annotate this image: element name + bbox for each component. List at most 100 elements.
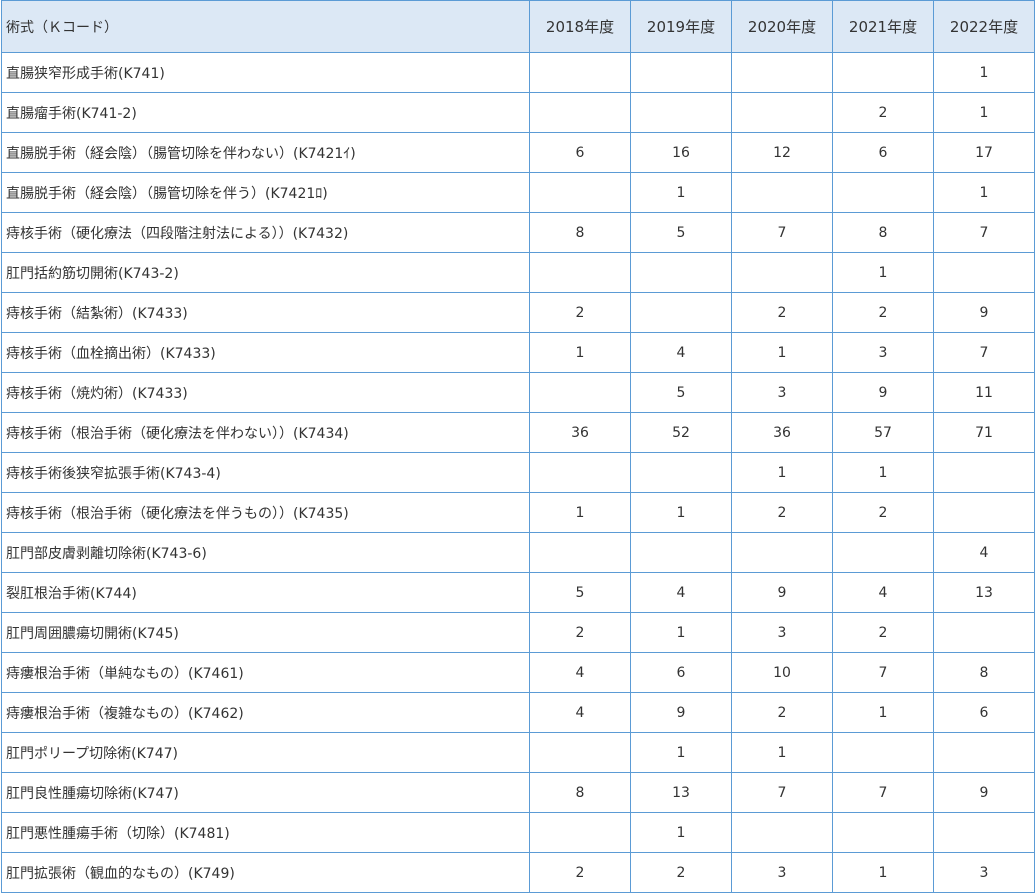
count-cell [630, 92, 732, 133]
count-cell [630, 292, 732, 333]
table-body: 直腸狭窄形成手術(K741) 1 直腸瘤手術(K741-2) 2 1 直腸脱手術（経会陰）… [1, 52, 1035, 893]
count-cell: 2 [832, 492, 934, 533]
count-cell [933, 732, 1035, 773]
count-cell: 1 [731, 332, 833, 373]
count-cell [630, 52, 732, 93]
header-year: 2020年度 [731, 0, 833, 53]
count-cell: 71 [933, 412, 1035, 453]
count-cell: 2 [630, 852, 732, 893]
count-cell [529, 252, 631, 293]
count-cell: 1 [630, 172, 732, 213]
surgery-count-table: 術式（Ｋコード） 2018年度 2019年度 2020年度 2021年度 202… [1, 0, 1035, 893]
count-cell: 1 [630, 732, 732, 773]
count-cell [731, 532, 833, 573]
count-cell: 6 [529, 132, 631, 173]
table-row: 裂肛根治手術(K744) 5 4 9 4 13 [1, 572, 1035, 613]
count-cell: 2 [529, 852, 631, 893]
count-cell: 1 [630, 612, 732, 653]
count-cell [529, 452, 631, 493]
table-row: 肛門悪性腫瘍手術（切除）(K7481) 1 [1, 812, 1035, 853]
count-cell: 52 [630, 412, 732, 453]
count-cell [933, 492, 1035, 533]
count-cell: 36 [529, 412, 631, 453]
count-cell: 3 [731, 612, 833, 653]
count-cell [933, 812, 1035, 853]
procedure-name-cell: 痔核手術（焼灼術）(K7433) [1, 372, 530, 413]
count-cell: 9 [933, 292, 1035, 333]
table-row: 肛門括約筋切開術(K743-2) 1 [1, 252, 1035, 293]
table-row: 痔核手術（根治手術（硬化療法を伴わない））(K7434) 36 52 36 57 71 [1, 412, 1035, 453]
count-cell: 6 [933, 692, 1035, 733]
procedure-name-cell: 肛門拡張術（観血的なもの）(K749) [1, 852, 530, 893]
header-year: 2022年度 [933, 0, 1035, 53]
count-cell [630, 452, 732, 493]
count-cell: 8 [832, 212, 934, 253]
procedure-name-cell: 肛門良性腫瘍切除術(K747) [1, 772, 530, 813]
header-procedure: 術式（Ｋコード） [1, 0, 530, 53]
count-cell [529, 372, 631, 413]
count-cell [832, 172, 934, 213]
procedure-name-cell: 肛門部皮膚剥離切除術(K743-6) [1, 532, 530, 573]
procedure-name-cell: 痔核手術（結紮術）(K7433) [1, 292, 530, 333]
count-cell: 7 [731, 212, 833, 253]
table-row: 痔瘻根治手術（単純なもの）(K7461) 4 6 10 7 8 [1, 652, 1035, 693]
count-cell: 4 [630, 572, 732, 613]
count-cell [832, 812, 934, 853]
count-cell: 13 [933, 572, 1035, 613]
count-cell: 6 [630, 652, 732, 693]
count-cell: 9 [630, 692, 732, 733]
table-row: 直腸脱手術（経会陰）（腸管切除を伴わない）(K7421ｲ) 6 16 12 6 17 [1, 132, 1035, 173]
count-cell: 9 [933, 772, 1035, 813]
count-cell [630, 252, 732, 293]
count-cell: 1 [529, 332, 631, 373]
count-cell: 4 [529, 652, 631, 693]
table-row: 肛門拡張術（観血的なもの）(K749) 2 2 3 1 3 [1, 852, 1035, 893]
count-cell [529, 532, 631, 573]
table-row: 痔核手術（血栓摘出術）(K7433) 1 4 1 3 7 [1, 332, 1035, 373]
count-cell: 2 [832, 612, 934, 653]
count-cell [529, 172, 631, 213]
table-row: 肛門部皮膚剥離切除術(K743-6) 4 [1, 532, 1035, 573]
count-cell [731, 92, 833, 133]
count-cell [933, 452, 1035, 493]
procedure-name-cell: 肛門悪性腫瘍手術（切除）(K7481) [1, 812, 530, 853]
count-cell [731, 52, 833, 93]
procedure-name-cell: 直腸脱手術（経会陰）（腸管切除を伴わない）(K7421ｲ) [1, 132, 530, 173]
procedure-name-cell: 痔瘻根治手術（単純なもの）(K7461) [1, 652, 530, 693]
procedure-name-cell: 肛門周囲膿瘍切開術(K745) [1, 612, 530, 653]
count-cell [832, 532, 934, 573]
count-cell: 4 [630, 332, 732, 373]
count-cell: 2 [731, 492, 833, 533]
count-cell: 1 [529, 492, 631, 533]
procedure-name-cell: 痔核手術（根治手術（硬化療法を伴うもの））(K7435) [1, 492, 530, 533]
table-row: 痔核手術後狭窄拡張手術(K743-4) 1 1 [1, 452, 1035, 493]
table-row: 痔核手術（焼灼術）(K7433) 5 3 9 11 [1, 372, 1035, 413]
count-cell: 3 [933, 852, 1035, 893]
count-cell: 3 [731, 852, 833, 893]
table-row: 肛門ポリープ切除術(K747) 1 1 [1, 732, 1035, 773]
count-cell: 1 [731, 732, 833, 773]
header-year: 2019年度 [630, 0, 732, 53]
table-row: 肛門周囲膿瘍切開術(K745) 2 1 3 2 [1, 612, 1035, 653]
count-cell: 1 [630, 812, 732, 853]
count-cell: 2 [529, 612, 631, 653]
count-cell: 9 [731, 572, 833, 613]
table-row: 直腸瘤手術(K741-2) 2 1 [1, 92, 1035, 133]
procedure-name-cell: 痔核手術（血栓摘出術）(K7433) [1, 332, 530, 373]
procedure-name-cell: 肛門括約筋切開術(K743-2) [1, 252, 530, 293]
count-cell: 2 [529, 292, 631, 333]
table-row: 痔瘻根治手術（複雑なもの）(K7462) 4 9 2 1 6 [1, 692, 1035, 733]
count-cell: 16 [630, 132, 732, 173]
count-cell: 1 [933, 172, 1035, 213]
procedure-name-cell: 痔瘻根治手術（複雑なもの）(K7462) [1, 692, 530, 733]
count-cell: 1 [933, 52, 1035, 93]
count-cell: 4 [529, 692, 631, 733]
count-cell: 1 [933, 92, 1035, 133]
count-cell: 1 [832, 692, 934, 733]
count-cell: 12 [731, 132, 833, 173]
table-row: 痔核手術（結紮術）(K7433) 2 2 2 9 [1, 292, 1035, 333]
table-row: 痔核手術（硬化療法（四段階注射法による））(K7432) 8 5 7 8 7 [1, 212, 1035, 253]
procedure-name-cell: 痔核手術（硬化療法（四段階注射法による））(K7432) [1, 212, 530, 253]
count-cell: 8 [529, 212, 631, 253]
count-cell [731, 172, 833, 213]
